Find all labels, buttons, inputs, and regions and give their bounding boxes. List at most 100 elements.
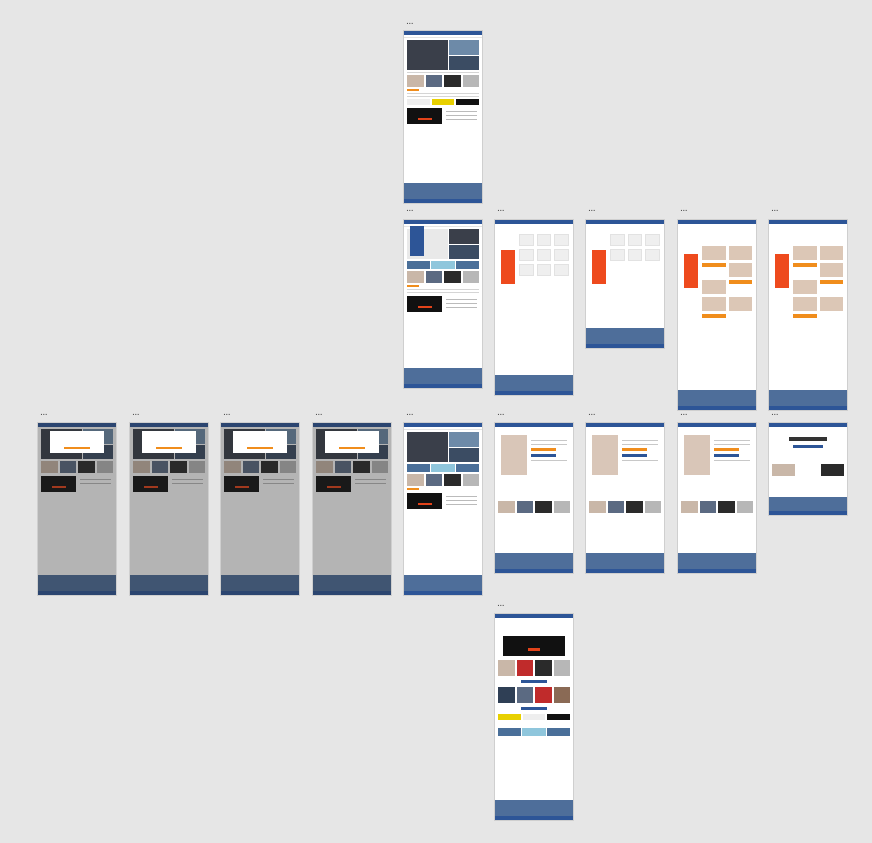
sale-banner xyxy=(684,254,698,288)
frame-menu-icon[interactable]: ... xyxy=(680,205,688,214)
shop-button[interactable] xyxy=(407,285,419,287)
site-header xyxy=(769,220,847,224)
shop-button[interactable] xyxy=(407,89,419,91)
signup-modal[interactable] xyxy=(50,431,104,453)
site-footer xyxy=(586,553,664,573)
sale-banner xyxy=(501,250,515,284)
frame-home-modal-1[interactable] xyxy=(38,423,116,595)
site-header xyxy=(678,220,756,224)
site-footer xyxy=(769,497,847,515)
site-footer xyxy=(495,553,573,573)
product-row xyxy=(407,474,479,486)
category-tiles xyxy=(498,728,570,736)
brand-strip xyxy=(407,72,479,73)
frame-menu-icon[interactable]: ... xyxy=(771,205,779,214)
frame-fashion-list[interactable] xyxy=(678,220,756,410)
frame-product-detail-1[interactable] xyxy=(495,423,573,573)
related-products xyxy=(589,501,661,513)
black-friday-promo xyxy=(407,108,479,124)
frame-home-modal-2[interactable] xyxy=(130,423,208,595)
product-info xyxy=(714,437,750,464)
frame-menu-icon[interactable]: ... xyxy=(497,205,505,214)
text-block xyxy=(407,289,479,293)
recommended-products xyxy=(772,464,845,476)
site-header xyxy=(586,423,664,427)
confirm-button[interactable] xyxy=(793,445,823,448)
signup-modal[interactable] xyxy=(142,431,196,453)
frame-menu-icon[interactable]: ... xyxy=(497,600,505,609)
site-header xyxy=(769,423,847,427)
frame-product-detail-3[interactable] xyxy=(678,423,756,573)
black-friday-promo xyxy=(407,493,479,509)
product-info xyxy=(622,437,658,464)
product-image xyxy=(592,435,618,475)
product-image xyxy=(684,435,710,475)
site-header xyxy=(495,614,573,618)
design-canvas: { "canvas": { "background": "#e6e6e6" },… xyxy=(0,0,872,843)
site-footer xyxy=(586,328,664,348)
frame-menu-icon[interactable]: ... xyxy=(406,409,414,418)
frame-menu-icon[interactable]: ... xyxy=(588,409,596,418)
frame-stores-detail[interactable] xyxy=(586,220,664,348)
nav-bar xyxy=(404,35,482,38)
success-modal[interactable] xyxy=(325,431,379,453)
view-more-button[interactable] xyxy=(521,707,547,710)
frame-menu-icon[interactable]: ... xyxy=(406,18,414,27)
site-header xyxy=(495,423,573,427)
product-row xyxy=(407,75,479,87)
site-footer xyxy=(404,575,482,595)
hero-banner xyxy=(407,40,479,70)
frame-home-modal-3[interactable] xyxy=(221,423,299,595)
shop-button[interactable] xyxy=(407,488,419,490)
frame-menu-icon[interactable]: ... xyxy=(406,205,414,214)
frame-menu-icon[interactable]: ... xyxy=(771,409,779,418)
site-footer xyxy=(678,553,756,573)
product-grid xyxy=(702,246,752,318)
store-logos xyxy=(498,714,571,720)
product-row xyxy=(498,660,570,676)
site-footer xyxy=(769,390,847,410)
frame-product-detail-2[interactable] xyxy=(586,423,664,573)
signup-modal[interactable] xyxy=(233,431,287,453)
store-logos xyxy=(407,99,480,105)
related-products xyxy=(498,501,570,513)
frame-homepage-menu-open[interactable] xyxy=(404,220,482,388)
sale-banner xyxy=(775,254,789,288)
hero-banner xyxy=(407,432,479,462)
site-footer xyxy=(495,800,573,820)
frame-menu-icon[interactable]: ... xyxy=(223,409,231,418)
frame-menu-icon[interactable]: ... xyxy=(588,205,596,214)
frame-home-modal-4[interactable] xyxy=(313,423,391,595)
related-products xyxy=(681,501,753,513)
mega-menu xyxy=(410,226,424,256)
view-more-button[interactable] xyxy=(521,680,547,683)
store-grid xyxy=(519,234,569,276)
text-block xyxy=(407,93,479,97)
frame-menu-icon[interactable]: ... xyxy=(497,409,505,418)
product-image xyxy=(501,435,527,475)
product-row xyxy=(407,271,479,283)
sale-banner xyxy=(592,250,606,284)
site-header xyxy=(586,220,664,224)
frame-menu-icon[interactable]: ... xyxy=(315,409,323,418)
frame-homepage-base[interactable] xyxy=(404,423,482,595)
product-row xyxy=(498,687,570,703)
product-grid xyxy=(793,246,843,318)
frame-menu-icon[interactable]: ... xyxy=(40,409,48,418)
frame-confirmation[interactable] xyxy=(769,423,847,515)
frame-menu-icon[interactable]: ... xyxy=(132,409,140,418)
site-footer xyxy=(404,183,482,203)
frame-homepage[interactable] xyxy=(404,31,482,203)
site-header xyxy=(495,220,573,224)
product-info xyxy=(531,437,567,464)
frame-stores-list[interactable] xyxy=(495,220,573,395)
black-friday-banner xyxy=(503,636,565,656)
site-footer xyxy=(495,375,573,395)
frame-black-friday-landing[interactable] xyxy=(495,614,573,820)
frame-menu-icon[interactable]: ... xyxy=(680,409,688,418)
confirm-heading xyxy=(789,437,827,441)
frame-fashion-list-2[interactable] xyxy=(769,220,847,410)
nav-bar xyxy=(404,427,482,430)
store-grid xyxy=(610,234,660,261)
category-tiles xyxy=(407,464,479,472)
